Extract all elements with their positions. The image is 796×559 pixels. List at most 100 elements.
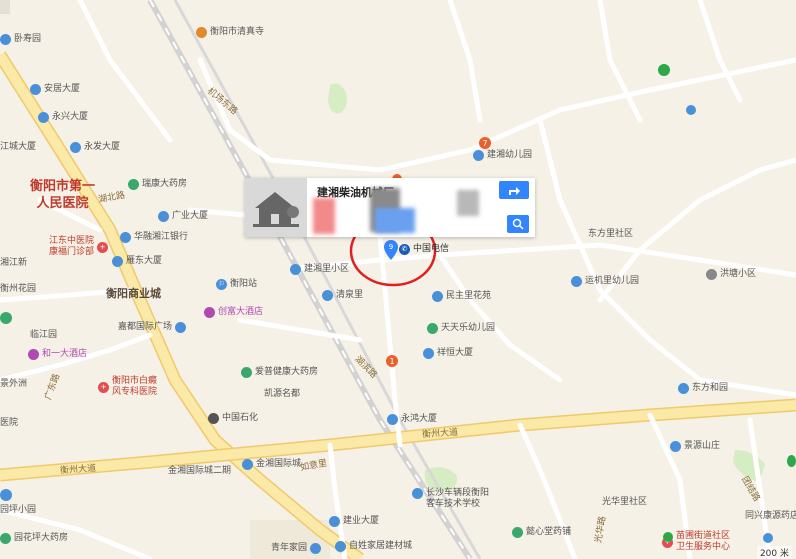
poi[interactable]: 建业大厦 (329, 516, 379, 527)
poi-icon (427, 323, 438, 334)
route-arrow-icon (509, 187, 520, 195)
hospital-icon: + (97, 241, 109, 253)
poi-icon (670, 441, 681, 452)
poi-icon (310, 543, 322, 554)
poi[interactable]: 光华里社区 (602, 497, 647, 508)
map-pin-icon: 9 (384, 240, 398, 260)
redacted-region (375, 208, 415, 233)
poi-icon (0, 34, 11, 45)
bus-icon[interactable] (658, 64, 670, 76)
poi-icon (678, 383, 689, 394)
poi[interactable]: 祥恒大厦 (423, 348, 473, 359)
poi-icon (70, 142, 81, 153)
poi-icon (290, 264, 301, 275)
poi[interactable]: 建湘幼儿园 (473, 150, 532, 161)
poi-icon (412, 488, 423, 499)
numbered-pin[interactable]: 7 (479, 137, 491, 149)
numbered-pin[interactable]: 1 (386, 355, 398, 367)
bus-icon[interactable] (663, 532, 673, 542)
poi[interactable]: 江东中医院 康福门诊部 + (49, 236, 109, 258)
poi[interactable]: 天天乐幼儿园 (427, 323, 495, 334)
poi[interactable]: 园花坪大药房 (0, 533, 68, 544)
poi-icon (196, 27, 207, 38)
house-icon (245, 178, 307, 237)
poi[interactable]: 同兴康源药店 (745, 511, 796, 522)
poi[interactable]: 卧寿园 (0, 34, 41, 45)
pin-icon[interactable] (0, 489, 12, 501)
poi[interactable]: 衡州花园 (0, 284, 36, 295)
poi[interactable]: 景外洲 (0, 379, 27, 390)
poi[interactable]: 雁东大厦 (112, 256, 162, 267)
poi[interactable]: 长沙车辆段衡阳 客车技术学校 (412, 488, 489, 510)
poi-icon (512, 527, 523, 538)
poi[interactable]: 爱普健康大药房 (241, 367, 318, 378)
pin-icon[interactable] (763, 533, 773, 543)
telecom-icon: ✆ (399, 244, 410, 255)
poi[interactable]: 和一大酒店 (28, 349, 87, 360)
poi[interactable]: 东方里社区 (588, 229, 633, 240)
bus-icon[interactable] (787, 455, 796, 467)
poi-icon (241, 367, 252, 378)
road-label: 衡州大道 (59, 463, 97, 477)
poi[interactable]: 建湘里小区 (290, 264, 349, 275)
poi[interactable]: 金湘国际城 (242, 459, 301, 470)
poi[interactable]: 永兴大厦 (38, 112, 88, 123)
poi[interactable]: 民主里花苑 (432, 291, 491, 302)
search-icon (512, 218, 524, 230)
poi[interactable]: 医院 (0, 418, 18, 429)
search-nearby-button[interactable] (507, 215, 529, 233)
redacted-region (457, 190, 479, 216)
commerce-area-label[interactable]: 衡阳商业城 (106, 285, 161, 301)
poi[interactable]: 衡阳市清真寺 (196, 27, 264, 38)
pin-icon[interactable] (686, 105, 696, 115)
poi[interactable]: + 衡阳市白癜 风专科医院 (98, 376, 157, 398)
poi-icon (335, 541, 346, 552)
poi[interactable]: 华融湘江银行 (120, 232, 188, 243)
poi[interactable]: 懿心堂药铺 (512, 527, 571, 538)
poi[interactable]: 中国石化 (208, 413, 258, 424)
poi-icon (30, 84, 41, 95)
poi[interactable]: 洪塘小区 (706, 269, 756, 280)
redacted-region (313, 198, 335, 234)
poi-icon (387, 414, 398, 425)
hotel-icon (204, 307, 215, 318)
place-photo[interactable] (245, 178, 307, 237)
gas-station-icon (208, 413, 219, 424)
map-scale: 200 米 (756, 546, 792, 559)
target-marker[interactable]: 9 (384, 240, 398, 260)
poi-icon (329, 516, 340, 527)
poi[interactable]: 瑞康大药房 (128, 179, 187, 190)
poi[interactable]: 自姓家居建材城 (335, 541, 412, 552)
poi[interactable]: 临江园 (30, 330, 57, 341)
poi[interactable]: 安居大厦 (30, 84, 80, 95)
hospital-area-label[interactable]: 衡阳市第一 人民医院 (30, 178, 95, 212)
poi[interactable]: 金湘国际城二期 (168, 466, 231, 477)
poi[interactable]: 永发大厦 (70, 142, 120, 153)
poi[interactable]: 清泉里 (322, 290, 363, 301)
poi[interactable]: 运机里幼儿园 (571, 276, 639, 287)
poi[interactable]: 创富大酒店 (204, 307, 263, 318)
poi[interactable]: 东方和园 (678, 383, 728, 394)
poi-icon (128, 179, 139, 190)
poi-icon (432, 291, 443, 302)
poi[interactable]: 青年家园 (271, 543, 322, 554)
place-info-card[interactable]: 建湘柴油机械厂 (245, 178, 535, 237)
map-canvas[interactable] (0, 0, 796, 559)
poi[interactable]: 湘江新 (0, 258, 27, 269)
poi[interactable]: 广业大厦 (158, 211, 208, 222)
poi[interactable]: 景源山庄 (670, 441, 720, 452)
poi[interactable]: ⚐ 衡阳站 (216, 279, 257, 290)
target-label[interactable]: ✆ 中国电信 (399, 244, 449, 255)
pin-icon[interactable] (0, 312, 12, 324)
poi[interactable]: 江城大厦 (0, 142, 36, 153)
poi-icon (175, 322, 187, 333)
hospital-icon: + (98, 381, 109, 393)
directions-button[interactable] (499, 181, 529, 199)
road-label: 衡州大道 (421, 427, 459, 441)
poi[interactable]: 永鸿大厦 (387, 414, 437, 425)
poi[interactable]: 园坪小园 (0, 505, 36, 516)
poi-icon (242, 459, 253, 470)
poi[interactable]: 嘉都国际广场 (118, 322, 187, 333)
poi-icon (38, 112, 49, 123)
poi[interactable]: 凯源名都 (264, 389, 300, 400)
